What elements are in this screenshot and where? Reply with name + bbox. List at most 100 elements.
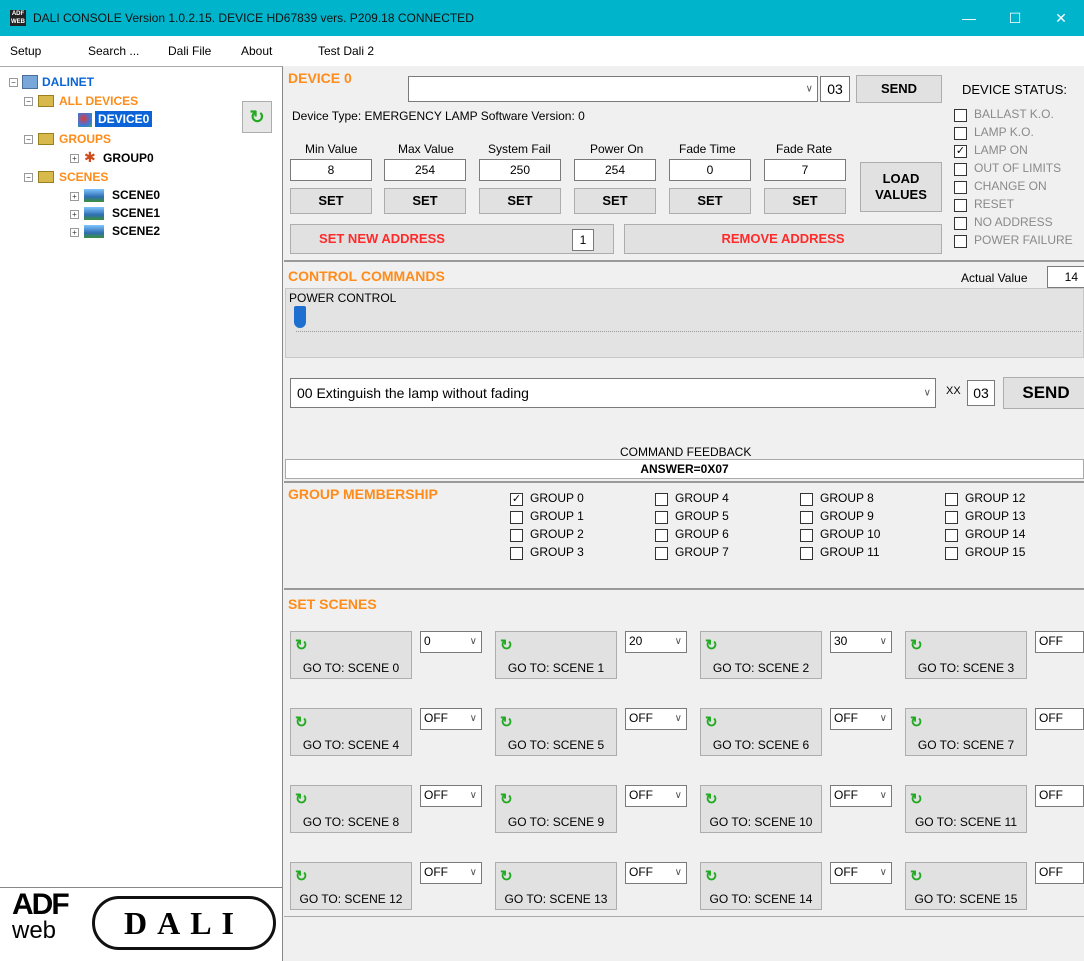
scene-level-select[interactable]: OFF <box>1035 862 1084 884</box>
scene-level-select[interactable]: OFF ∨ <box>830 862 892 884</box>
scene-button[interactable]: ↻ GO TO: SCENE 3 <box>905 631 1027 679</box>
param-input-fade-rate[interactable]: 7 <box>764 159 846 181</box>
scene-button[interactable]: ↻ GO TO: SCENE 4 <box>290 708 412 756</box>
menu-setup[interactable]: Setup <box>10 44 41 58</box>
scene-button[interactable]: ↻ GO TO: SCENE 14 <box>700 862 822 910</box>
menu-dali-file[interactable]: Dali File <box>168 44 211 58</box>
tree-scene0[interactable]: SCENE0 <box>112 188 160 202</box>
scene-level-select[interactable]: OFF <box>1035 708 1084 730</box>
tree-scene1[interactable]: SCENE1 <box>112 206 160 220</box>
minimize-button[interactable]: — <box>946 0 992 36</box>
scene-button[interactable]: ↻ GO TO: SCENE 12 <box>290 862 412 910</box>
scene-level-select[interactable]: OFF <box>1035 785 1084 807</box>
group-checkbox[interactable] <box>945 529 958 542</box>
device-address-code[interactable]: 03 <box>820 76 850 102</box>
scene-button[interactable]: ↻ GO TO: SCENE 5 <box>495 708 617 756</box>
menu-about[interactable]: About <box>241 44 272 58</box>
expand-toggle[interactable]: + <box>70 210 79 219</box>
power-control-slider[interactable]: POWER CONTROL <box>285 288 1084 358</box>
scene-button[interactable]: ↻ GO TO: SCENE 8 <box>290 785 412 833</box>
scene-button[interactable]: ↻ GO TO: SCENE 6 <box>700 708 822 756</box>
collapse-toggle[interactable]: − <box>24 173 33 182</box>
scene-level-select[interactable]: OFF ∨ <box>625 785 687 807</box>
scene-button[interactable]: ↻ GO TO: SCENE 7 <box>905 708 1027 756</box>
tree-scene2[interactable]: SCENE2 <box>112 224 160 238</box>
tree-device0[interactable]: DEVICE0 <box>95 111 153 127</box>
group-checkbox[interactable] <box>945 493 958 506</box>
group-checkbox[interactable] <box>655 547 668 560</box>
group-checkbox[interactable] <box>945 547 958 560</box>
tree-groups[interactable]: GROUPS <box>59 132 111 146</box>
scene-button[interactable]: ↻ GO TO: SCENE 1 <box>495 631 617 679</box>
scene-level-select[interactable]: 20 ∨ <box>625 631 687 653</box>
scene-level-select[interactable]: OFF ∨ <box>830 708 892 730</box>
scene-level-select[interactable]: OFF ∨ <box>420 785 482 807</box>
tree-group0[interactable]: GROUP0 <box>103 151 154 165</box>
scene-button[interactable]: ↻ GO TO: SCENE 11 <box>905 785 1027 833</box>
group-checkbox[interactable] <box>800 493 813 506</box>
xx-value-field[interactable]: 03 <box>967 380 995 406</box>
param-input-min[interactable]: 8 <box>290 159 372 181</box>
load-values-button[interactable]: LOAD VALUES <box>860 162 942 212</box>
expand-toggle[interactable]: + <box>70 228 79 237</box>
device-send-button[interactable]: SEND <box>856 75 942 103</box>
set-new-address-button[interactable]: SET NEW ADDRESS <box>290 224 614 254</box>
group-checkbox[interactable]: ✓ <box>510 493 523 506</box>
group-checkbox[interactable] <box>655 529 668 542</box>
command-select[interactable]: 00 Extinguish the lamp without fading ∨ <box>290 378 936 408</box>
scene-level-select[interactable]: 0 ∨ <box>420 631 482 653</box>
tree-scenes[interactable]: SCENES <box>59 170 108 184</box>
new-address-input[interactable]: 1 <box>572 229 594 251</box>
command-send-button[interactable]: SEND <box>1003 377 1084 409</box>
scene-level-select[interactable]: OFF <box>1035 631 1084 653</box>
close-button[interactable]: ✕ <box>1038 0 1084 36</box>
menu-test-dali-2[interactable]: Test Dali 2 <box>318 44 374 58</box>
scene-button[interactable]: ↻ GO TO: SCENE 0 <box>290 631 412 679</box>
group-checkbox[interactable] <box>800 547 813 560</box>
slider-thumb[interactable] <box>294 306 306 328</box>
remove-address-button[interactable]: REMOVE ADDRESS <box>624 224 942 254</box>
scene-level-select[interactable]: OFF ∨ <box>420 708 482 730</box>
group-checkbox[interactable] <box>800 529 813 542</box>
collapse-toggle[interactable]: − <box>24 97 33 106</box>
set-max-button[interactable]: SET <box>384 188 466 214</box>
refresh-icon[interactable]: ↻ <box>242 101 272 133</box>
scene-button[interactable]: ↻ GO TO: SCENE 2 <box>700 631 822 679</box>
param-input-max[interactable]: 254 <box>384 159 466 181</box>
set-min-button[interactable]: SET <box>290 188 372 214</box>
scene-button-label: GO TO: SCENE 6 <box>712 738 810 752</box>
param-input-system-fail[interactable]: 250 <box>479 159 561 181</box>
expand-toggle[interactable]: + <box>70 192 79 201</box>
scene-button[interactable]: ↻ GO TO: SCENE 9 <box>495 785 617 833</box>
group-checkbox[interactable] <box>655 511 668 524</box>
set-system-fail-button[interactable]: SET <box>479 188 561 214</box>
collapse-toggle[interactable]: − <box>24 135 33 144</box>
scene-level-select[interactable]: 30 ∨ <box>830 631 892 653</box>
group-checkbox[interactable] <box>510 511 523 524</box>
scene-level-select[interactable]: OFF ∨ <box>830 785 892 807</box>
scene-level-select[interactable]: OFF ∨ <box>420 862 482 884</box>
tree-all-devices[interactable]: ALL DEVICES <box>59 94 138 108</box>
scene-button[interactable]: ↻ GO TO: SCENE 13 <box>495 862 617 910</box>
group-checkbox[interactable] <box>510 529 523 542</box>
set-fade-rate-button[interactable]: SET <box>764 188 846 214</box>
group-checkbox[interactable] <box>945 511 958 524</box>
group-checkbox[interactable] <box>655 493 668 506</box>
scene-button[interactable]: ↻ GO TO: SCENE 15 <box>905 862 1027 910</box>
collapse-toggle[interactable]: − <box>9 78 18 87</box>
scene-level-value: OFF <box>834 711 858 725</box>
group-checkbox[interactable] <box>800 511 813 524</box>
param-input-fade-time[interactable]: 0 <box>669 159 751 181</box>
set-power-on-button[interactable]: SET <box>574 188 656 214</box>
menu-search[interactable]: Search ... <box>88 44 139 58</box>
group-checkbox[interactable] <box>510 547 523 560</box>
maximize-button[interactable]: ☐ <box>992 0 1038 36</box>
scene-level-select[interactable]: OFF ∨ <box>625 862 687 884</box>
tree-root-dalinet[interactable]: DALINET <box>42 75 94 89</box>
expand-toggle[interactable]: + <box>70 154 79 163</box>
scene-button[interactable]: ↻ GO TO: SCENE 10 <box>700 785 822 833</box>
scene-level-select[interactable]: OFF ∨ <box>625 708 687 730</box>
set-fade-time-button[interactable]: SET <box>669 188 751 214</box>
device-address-combo[interactable]: ∨ <box>408 76 818 102</box>
param-input-power-on[interactable]: 254 <box>574 159 656 181</box>
